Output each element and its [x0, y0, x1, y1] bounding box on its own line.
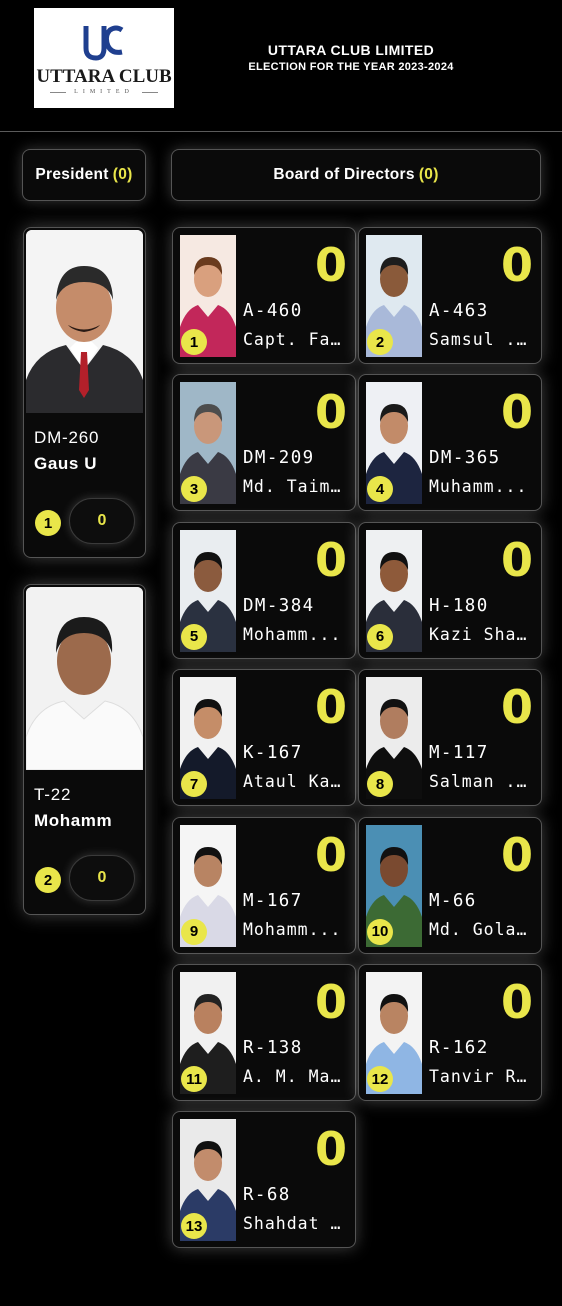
director-candidate-card[interactable]: 0DM-209Md. Taim...3 [172, 374, 356, 512]
vote-count-button[interactable]: 0 [69, 855, 135, 901]
ballot-number-badge: 12 [367, 1066, 393, 1092]
candidate-name: Tanvir R... [429, 1067, 535, 1086]
candidate-code: R-162 [429, 1038, 489, 1058]
president-candidate-card[interactable]: T-22 Mohamm 2 0 [23, 584, 146, 915]
director-candidate-card[interactable]: 0 A-463 Samsul ... 2 [358, 227, 542, 364]
candidate-code: A-460 [243, 301, 303, 321]
ballot-number-badge: 6 [367, 623, 393, 650]
candidate-name: Mohamm... [243, 919, 342, 939]
director-candidate-card[interactable]: 0 DM-365 Muhamm... 4 [358, 374, 542, 512]
ballot-number-badge: 7 [181, 771, 207, 798]
president-candidate-card[interactable]: DM-260 Gaus U 1 0 [23, 227, 146, 558]
vote-count: 0 [314, 238, 347, 292]
ballot-number-badge: 1 [181, 329, 207, 355]
vote-count-button[interactable]: 0 [69, 498, 135, 544]
candidate-code: DM-384 [243, 595, 315, 616]
candidate-name: Samsul ... [429, 330, 535, 349]
candidate-name: Mohamm... [243, 624, 342, 644]
candidate-code: R-138 [243, 1038, 303, 1058]
director-candidate-card[interactable]: 0 M-117 Salman ... 8 [358, 669, 542, 807]
ballot-number-badge: 1 [35, 510, 61, 536]
header: UTTARA CLUB LIMITED UTTARA CLUB LIMITED … [0, 0, 562, 132]
director-candidate-card[interactable]: 0 A-460 Capt. Fa... 1 [172, 227, 356, 364]
ballot-number-badge: 9 [181, 918, 207, 945]
director-candidate-card[interactable]: 0 M-167 Mohamm... 9 [172, 816, 356, 954]
director-candidate-card[interactable]: 0 K-167 Ataul Ka... 7 [172, 669, 356, 807]
candidate-name: Muhamm... [429, 477, 528, 497]
candidate-name: Md. Taim... [243, 477, 349, 497]
logo-rule-right [142, 92, 158, 93]
candidate-name: A. M. Ma... [243, 1067, 349, 1086]
vote-count: 0 [314, 975, 347, 1029]
candidate-name: Ataul Ka... [243, 772, 349, 792]
candidate-photo [26, 230, 143, 413]
candidate-code: DM-260 [34, 428, 100, 447]
candidate-code: A-463 [429, 301, 489, 321]
candidate-name: Shahdat ... [243, 1214, 349, 1234]
vote-count: 0 [500, 532, 533, 587]
director-candidate-card[interactable]: 0 DM-384 Mohamm... 5 [172, 521, 356, 659]
directors-section-header[interactable]: Board of Directors (0) [171, 149, 541, 201]
candidate-name: Salman ... [429, 772, 535, 792]
directors-label: Board of Directors [273, 166, 415, 183]
vote-count: 0 [314, 1122, 347, 1177]
ballot-number-badge: 2 [35, 867, 61, 893]
candidate-name: Md. Gola... [429, 919, 535, 939]
candidate-code: K-167 [243, 743, 303, 764]
candidate-code: DM-365 [429, 448, 501, 469]
candidate-code: M-167 [243, 890, 303, 911]
logo-text: UTTARA CLUB [36, 66, 172, 87]
ballot-number-badge: 10 [367, 918, 393, 945]
vote-count: 0 [500, 975, 533, 1029]
candidate-name: Kazi Sha... [429, 624, 535, 644]
candidate-name: Gaus U [34, 454, 98, 473]
vote-count: 0 [314, 827, 347, 882]
candidate-code: M-117 [429, 743, 489, 764]
candidate-name: Mohamm [34, 811, 113, 830]
club-logo: UTTARA CLUB LIMITED [34, 8, 174, 108]
president-section-header[interactable]: President (0) [22, 149, 146, 201]
club-logo-icon [83, 25, 124, 61]
vote-count: 0 [314, 532, 347, 587]
candidate-code: T-22 [34, 785, 72, 804]
director-candidate-card[interactable]: 0R-68Shahdat ...13 [172, 1111, 356, 1249]
vote-count: 0 [314, 680, 347, 735]
candidate-code: R-68 [243, 1185, 291, 1206]
candidate-code: M-66 [429, 890, 477, 911]
president-count: (0) [112, 166, 133, 183]
directors-count: (0) [418, 166, 439, 183]
ballot-number-badge: 11 [181, 1066, 207, 1092]
candidate-photo [26, 587, 143, 770]
candidate-code: DM-209 [243, 448, 315, 469]
vote-count: 0 [314, 385, 347, 440]
vote-count: 0 [500, 238, 533, 292]
page-title: UTTARA CLUB LIMITED [267, 42, 435, 58]
vote-count: 0 [500, 680, 533, 735]
page-subtitle: ELECTION FOR THE YEAR 2023-2024 [248, 61, 454, 73]
candidate-name: Capt. Fa... [243, 330, 349, 349]
director-candidate-card[interactable]: 0 H-180 Kazi Sha... 6 [358, 521, 542, 659]
director-candidate-card[interactable]: 0 M-66 Md. Gola... 10 [358, 816, 542, 954]
vote-count: 0 [500, 827, 533, 882]
vote-count: 0 [500, 385, 533, 440]
candidate-code: H-180 [429, 595, 489, 616]
ballot-number-badge: 5 [181, 623, 207, 650]
director-candidate-card[interactable]: 0 R-138 A. M. Ma... 11 [172, 964, 356, 1101]
ballot-number-badge: 8 [367, 771, 393, 798]
director-candidate-card[interactable]: 0 R-162 Tanvir R... 12 [358, 964, 542, 1101]
ballot-number-badge: 2 [367, 329, 393, 355]
president-label: President [35, 166, 109, 183]
